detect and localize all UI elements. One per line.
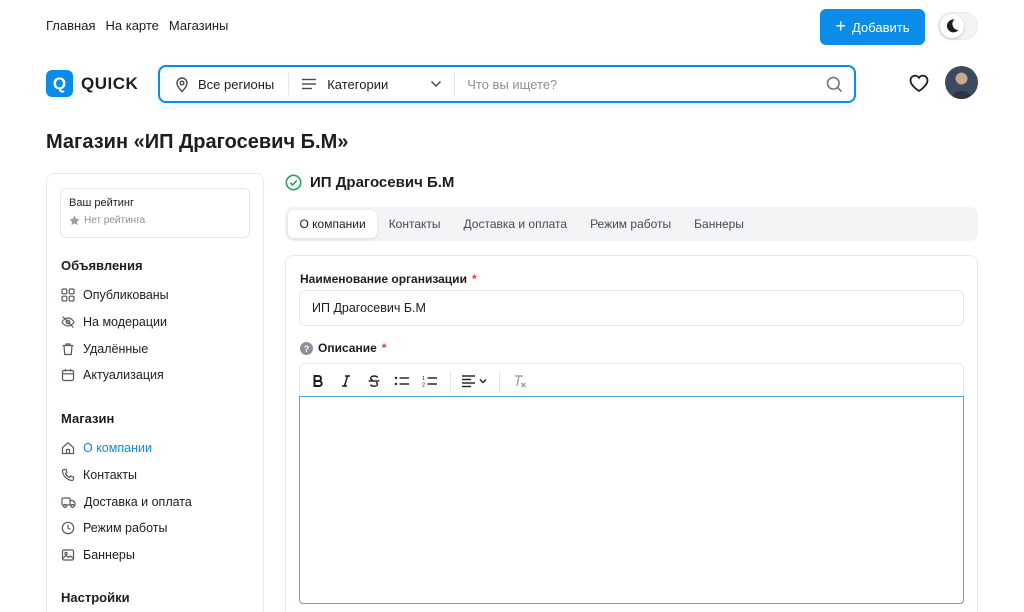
company-form-card: Наименование организации * ? Описание * … [285,255,978,612]
location-pin-icon [176,76,188,92]
help-icon[interactable]: ? [300,341,313,355]
chevron-down-icon [431,80,442,88]
avatar[interactable] [945,66,978,99]
sidebar-item-label: Актуализация [83,368,164,383]
org-name-label: Наименование организации * [300,272,477,286]
sidebar-item-label: Баннеры [83,548,135,563]
company-name: ИП Драгосевич Б.М [310,174,455,191]
logo-mark: Q [46,70,73,97]
categories-label: Категории [327,76,389,92]
toolbar-divider [499,370,500,391]
logo[interactable]: Q QUICK [46,70,138,97]
tab-banners[interactable]: Баннеры [683,210,756,238]
home-icon [61,442,75,455]
svg-text:2: 2 [422,382,425,388]
sidebar-item-published[interactable]: Опубликованы [61,282,169,309]
nav-link-map[interactable]: На карте [105,18,158,33]
search-input[interactable] [455,67,814,101]
sidebar: Ваш рейтинг Нет рейтинга Объявления Опуб… [46,173,264,612]
required-mark: * [471,272,477,286]
sidebar-item-label: Контакты [83,468,137,483]
sidebar-item-banners[interactable]: Баннеры [61,542,192,569]
search-bar: Все регионы Категории [158,65,856,103]
menu-lines-icon [302,78,317,90]
truck-icon [61,497,76,508]
editor-toolbar: 12 [299,363,964,397]
org-name-input[interactable] [299,290,964,326]
sidebar-item-label: О компании [83,441,152,456]
tab-about[interactable]: О компании [288,210,378,238]
company-header: ИП Драгосевич Б.М [285,174,454,191]
required-mark: * [381,341,387,355]
description-editor[interactable] [299,396,964,604]
sidebar-item-label: Удалённые [83,341,149,356]
bullet-list-icon[interactable] [388,367,416,395]
top-nav: Главная На карте Магазины [46,18,228,33]
sidebar-item-schedule[interactable]: Режим работы [61,515,192,542]
image-icon [61,549,75,561]
sidebar-item-label: Опубликованы [83,288,169,303]
section-title-settings: Настройки [61,590,130,605]
menu-shop: О компании Контакты Доставка и оплата Ре… [61,435,192,568]
svg-text:?: ? [304,344,310,354]
sidebar-item-about[interactable]: О компании [61,435,192,462]
tab-delivery[interactable]: Доставка и оплата [452,210,579,238]
description-label: ? Описание * [300,341,386,355]
tabs: О компании Контакты Доставка и оплата Ре… [285,207,978,241]
star-icon [69,215,80,226]
section-title-ads: Объявления [61,258,143,273]
heart-icon[interactable] [908,73,930,98]
rating-value: Нет рейтинга [84,215,146,226]
page-title: Магазин «ИП Драгосевич Б.М» [46,131,349,153]
sidebar-item-deleted[interactable]: Удалённые [61,335,169,362]
description-label-text: Описание [318,341,377,355]
sidebar-item-label: Доставка и оплата [84,494,192,509]
moon-icon [940,14,964,38]
region-selector[interactable]: Все регионы [160,67,288,101]
check-circle-icon [285,174,302,191]
region-label: Все регионы [198,76,275,92]
section-title-shop: Магазин [61,411,115,426]
tab-schedule[interactable]: Режим работы [579,210,683,238]
phone-icon [61,468,75,482]
sidebar-item-delivery[interactable]: Доставка и оплата [61,488,192,515]
numbered-list-icon[interactable]: 12 [416,367,444,395]
align-dropdown-icon[interactable] [457,367,493,395]
plus-icon: + [835,16,847,36]
grid-icon [61,288,75,302]
toolbar-divider [450,370,451,391]
sidebar-item-actualization[interactable]: Актуализация [61,362,169,389]
eye-off-icon [61,316,75,328]
logo-text: QUICK [81,73,139,93]
categories-dropdown[interactable]: Категории [289,67,454,101]
theme-toggle[interactable] [938,12,978,40]
sidebar-item-label: На модерации [83,315,167,330]
rating-card: Ваш рейтинг Нет рейтинга [60,188,250,238]
rating-title: Ваш рейтинг [69,197,134,209]
svg-text:1: 1 [422,376,425,382]
search-icon[interactable] [814,67,854,101]
org-name-label-text: Наименование организации [300,272,467,286]
clear-format-icon[interactable] [506,367,534,395]
add-button[interactable]: + Добавить [820,9,925,45]
sidebar-item-moderation[interactable]: На модерации [61,309,169,336]
rating-value-row: Нет рейтинга [69,215,241,226]
bold-icon[interactable] [304,367,332,395]
nav-link-shops[interactable]: Магазины [169,18,229,33]
calendar-icon [61,369,75,382]
tab-contacts[interactable]: Контакты [377,210,452,238]
nav-link-home[interactable]: Главная [46,18,95,33]
strikethrough-icon[interactable] [360,367,388,395]
sidebar-item-label: Режим работы [83,521,168,536]
add-button-label: Добавить [852,19,910,35]
italic-icon[interactable] [332,367,360,395]
sidebar-item-contacts[interactable]: Контакты [61,462,192,489]
trash-icon [62,343,74,355]
clock-icon [61,522,75,535]
menu-ads: Опубликованы На модерации Удалённые Акту… [61,282,169,389]
